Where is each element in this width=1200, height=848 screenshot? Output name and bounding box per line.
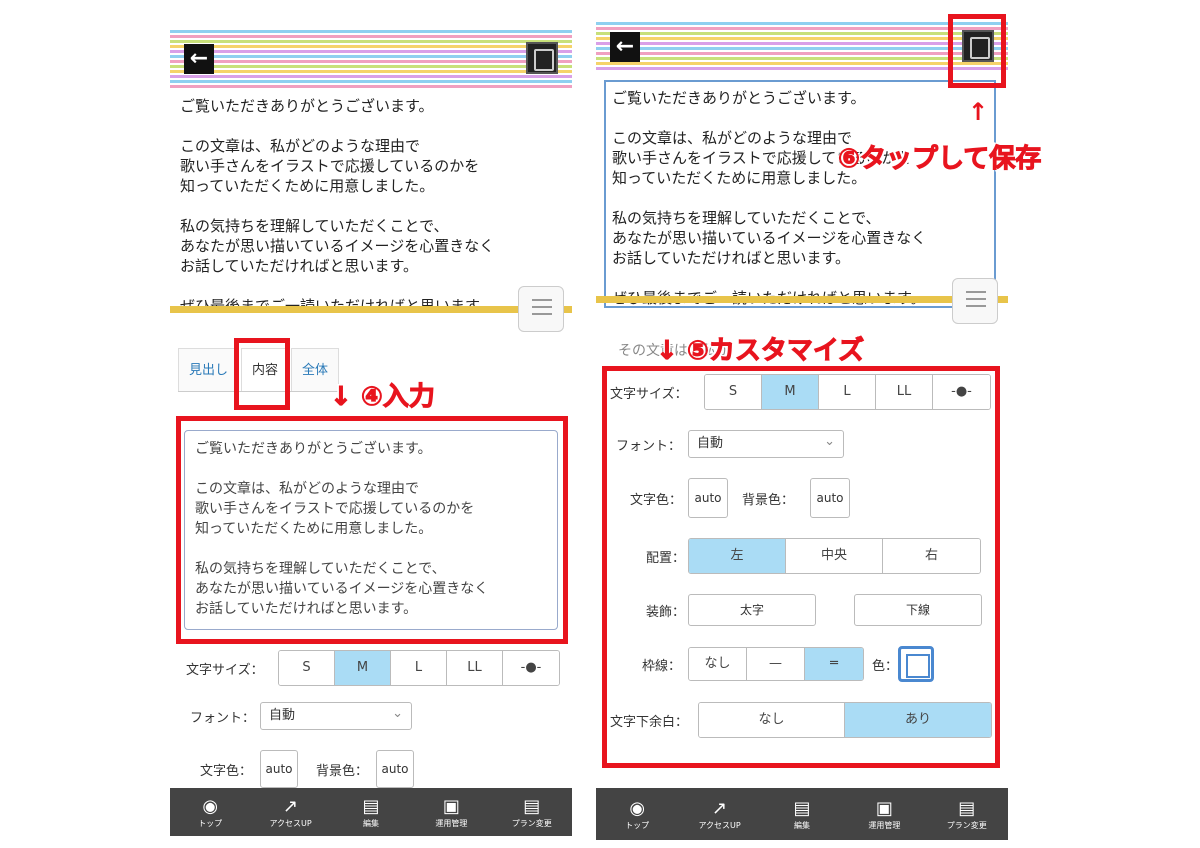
nav-top-label-right: トップ xyxy=(625,820,650,830)
preview-para-3-right: 私の気持ちを理解していただくことで、 あなたが思い描いているイメージを心置きなく… xyxy=(612,209,927,267)
preview-text-right: ご覧いただきありがとうございます。 この文章は、私がどのような理由で 歌い手さん… xyxy=(612,88,998,328)
bottom-nav-right: ◉ トップ ↗ アクセスUP ▤ 編集 ▣ 運用管理 ▤ プラン変更 xyxy=(596,788,1008,840)
nav-plan[interactable]: ▤ プラン変更 xyxy=(502,796,562,829)
header-band-right: ← xyxy=(596,22,1008,72)
font-select[interactable]: 自動 xyxy=(260,701,412,730)
nav-plan-label-right: プラン変更 xyxy=(946,820,987,830)
back-button[interactable]: ← xyxy=(184,44,214,74)
annotation-step6: ⑥タップして保存 xyxy=(837,144,1042,175)
divider-right xyxy=(596,296,1008,303)
nav-top-label: トップ xyxy=(198,818,223,828)
header-band: ← xyxy=(170,30,572,88)
nav-plan-right[interactable]: ▤ プラン変更 xyxy=(937,798,997,831)
save-button[interactable] xyxy=(526,42,558,74)
preview-text: ご覧いただきありがとうございます。 この文章は、私がどのような理由で 歌い手さん… xyxy=(180,96,562,336)
nav-access-up-label-right: アクセスUP xyxy=(698,820,741,830)
size-s[interactable]: S xyxy=(279,651,335,685)
nav-edit-label-right: 編集 xyxy=(793,820,810,830)
size-custom[interactable]: -●- xyxy=(503,651,559,685)
radio-icon: ◉ xyxy=(202,795,219,817)
preview-para-1: ご覧いただきありがとうございます。 xyxy=(180,97,434,115)
nav-edit[interactable]: ▤ 編集 xyxy=(341,796,401,829)
nav-access-up-label: アクセスUP xyxy=(269,818,312,828)
font-size-row: 文字サイズ： S M L LL -●- xyxy=(186,650,560,686)
nav-access-up[interactable]: ↗ アクセスUP xyxy=(261,796,321,829)
radio-icon: ◉ xyxy=(629,797,646,819)
nav-edit-right[interactable]: ▤ 編集 xyxy=(772,798,832,831)
preview-para-1-right: ご覧いただきありがとうございます。 xyxy=(612,89,866,107)
nav-manage-label-right: 運用管理 xyxy=(868,820,901,830)
nav-edit-label: 編集 xyxy=(362,818,379,828)
card-icon: ▣ xyxy=(442,795,460,817)
font-size-selector: S M L LL -●- xyxy=(278,650,560,686)
back-button-right[interactable]: ← xyxy=(610,32,640,62)
card-icon: ▣ xyxy=(875,797,893,819)
scroll-handle[interactable] xyxy=(518,286,564,332)
preview-para-2: この文章は、私がどのような理由で 歌い手さんをイラストで応援しているのかを 知っ… xyxy=(180,137,480,195)
nav-manage-right[interactable]: ▣ 運用管理 xyxy=(854,798,914,831)
nav-manage[interactable]: ▣ 運用管理 xyxy=(421,796,481,829)
annotation-up-arrow: ↑ xyxy=(968,98,989,126)
bg-color-label: 背景色： xyxy=(316,763,369,779)
font-label: フォント： xyxy=(190,710,256,726)
trend-icon: ↗ xyxy=(283,795,299,817)
size-ll[interactable]: LL xyxy=(447,651,503,685)
highlight-textarea xyxy=(176,416,568,644)
text-color-button[interactable]: auto xyxy=(260,750,298,788)
document-plus-icon: ▤ xyxy=(958,797,976,819)
highlight-customize xyxy=(602,366,1000,768)
nav-access-up-right[interactable]: ↗ アクセスUP xyxy=(690,798,750,831)
scroll-handle-right[interactable] xyxy=(952,278,998,324)
nav-top[interactable]: ◉ トップ xyxy=(180,796,240,829)
size-l[interactable]: L xyxy=(391,651,447,685)
highlight-save xyxy=(948,14,1006,88)
size-m[interactable]: M xyxy=(335,651,391,685)
nav-top-right[interactable]: ◉ トップ xyxy=(607,798,667,831)
bg-color-button[interactable]: auto xyxy=(376,750,414,788)
tab-heading[interactable]: 見出し xyxy=(178,348,240,391)
font-row: フォント： 自動 xyxy=(190,701,412,730)
nav-manage-label: 運用管理 xyxy=(435,818,468,828)
trend-icon: ↗ xyxy=(712,797,728,819)
annotation-step4: ↓ ④入力 xyxy=(330,382,436,413)
preview-para-3: 私の気持ちを理解していただくことで、 あなたが思い描いているイメージを心置きなく… xyxy=(180,217,495,275)
document-icon: ▤ xyxy=(362,795,380,817)
divider xyxy=(170,306,572,313)
highlight-content-tab xyxy=(234,338,290,410)
annotation-step5: ↓ ⑤カスタマイズ xyxy=(655,336,865,367)
color-row: 文字色： auto 背景色： auto xyxy=(200,750,414,788)
text-color-label: 文字色： xyxy=(200,763,253,779)
bottom-nav: ◉ トップ ↗ アクセスUP ▤ 編集 ▣ 運用管理 ▤ プラン変更 xyxy=(170,788,572,836)
document-icon: ▤ xyxy=(793,797,811,819)
nav-plan-label: プラン変更 xyxy=(511,818,552,828)
document-plus-icon: ▤ xyxy=(523,795,541,817)
font-size-label: 文字サイズ： xyxy=(186,662,264,678)
